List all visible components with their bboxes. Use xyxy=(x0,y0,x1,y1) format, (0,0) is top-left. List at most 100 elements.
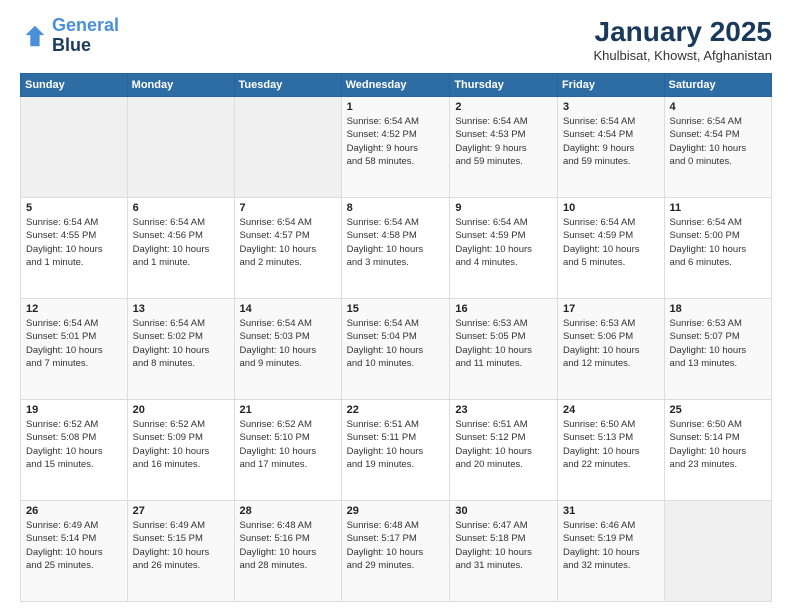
calendar-cell xyxy=(127,97,234,198)
day-number: 15 xyxy=(347,303,445,315)
day-number: 1 xyxy=(347,101,445,113)
day-info: Sunrise: 6:52 AMSunset: 5:08 PMDaylight:… xyxy=(26,418,122,471)
calendar-cell: 12 Sunrise: 6:54 AMSunset: 5:01 PMDayligh… xyxy=(21,299,128,400)
calendar-cell: 29 Sunrise: 6:48 AMSunset: 5:17 PMDayligh… xyxy=(341,501,450,602)
calendar-cell: 2Sunrise: 6:54 AMSunset: 4:53 PMDaylight… xyxy=(450,97,558,198)
day-number: 16 xyxy=(455,303,552,315)
weekday-thursday: Thursday xyxy=(450,74,558,97)
week-row-1: 1 Sunrise: 6:54 AMSunset: 4:52 PMDaylight… xyxy=(21,97,772,198)
day-number: 21 xyxy=(240,404,336,416)
calendar-cell xyxy=(234,97,341,198)
day-info: Sunrise: 6:54 AMSunset: 4:54 PMDaylight:… xyxy=(670,115,766,168)
day-info: Sunrise: 6:54 AMSunset: 5:00 PMDaylight:… xyxy=(670,216,766,269)
day-number: 14 xyxy=(240,303,336,315)
day-info: Sunrise: 6:54 AMSunset: 4:54 PMDaylight:… xyxy=(563,115,659,168)
day-info: Sunrise: 6:54 AMSunset: 5:03 PMDaylight:… xyxy=(240,317,336,370)
day-number: 29 xyxy=(347,505,445,517)
calendar-cell: 7 Sunrise: 6:54 AMSunset: 4:57 PMDaylight… xyxy=(234,198,341,299)
calendar-cell: 8 Sunrise: 6:54 AMSunset: 4:58 PMDaylight… xyxy=(341,198,450,299)
calendar-cell: 23 Sunrise: 6:51 AMSunset: 5:12 PMDayligh… xyxy=(450,400,558,501)
calendar-cell: 20 Sunrise: 6:52 AMSunset: 5:09 PMDayligh… xyxy=(127,400,234,501)
day-info: Sunrise: 6:53 AMSunset: 5:05 PMDaylight:… xyxy=(455,317,552,370)
weekday-monday: Monday xyxy=(127,74,234,97)
calendar-cell: 15 Sunrise: 6:54 AMSunset: 5:04 PMDayligh… xyxy=(341,299,450,400)
day-info: Sunrise: 6:51 AMSunset: 5:11 PMDaylight:… xyxy=(347,418,445,471)
day-number: 6 xyxy=(133,202,229,214)
week-row-2: 5Sunrise: 6:54 AMSunset: 4:55 PMDaylight… xyxy=(21,198,772,299)
weekday-friday: Friday xyxy=(557,74,664,97)
day-number: 20 xyxy=(133,404,229,416)
day-number: 7 xyxy=(240,202,336,214)
day-number: 27 xyxy=(133,505,229,517)
day-info: Sunrise: 6:51 AMSunset: 5:12 PMDaylight:… xyxy=(455,418,552,471)
calendar-cell: 13 Sunrise: 6:54 AMSunset: 5:02 PMDayligh… xyxy=(127,299,234,400)
day-info: Sunrise: 6:48 AMSunset: 5:17 PMDaylight:… xyxy=(347,519,445,572)
day-number: 10 xyxy=(563,202,659,214)
calendar-cell: 27 Sunrise: 6:49 AMSunset: 5:15 PMDayligh… xyxy=(127,501,234,602)
logo-text: General Blue xyxy=(52,16,119,56)
weekday-header-row: SundayMondayTuesdayWednesdayThursdayFrid… xyxy=(21,74,772,97)
title-block: January 2025 Khulbisat, Khowst, Afghanis… xyxy=(593,16,772,63)
day-number: 22 xyxy=(347,404,445,416)
page: General Blue January 2025 Khulbisat, Kho… xyxy=(0,0,792,612)
calendar-cell: 28 Sunrise: 6:48 AMSunset: 5:16 PMDayligh… xyxy=(234,501,341,602)
calendar-cell: 14 Sunrise: 6:54 AMSunset: 5:03 PMDayligh… xyxy=(234,299,341,400)
day-info: Sunrise: 6:54 AMSunset: 4:55 PMDaylight:… xyxy=(26,216,122,269)
calendar-cell: 10 Sunrise: 6:54 AMSunset: 4:59 PMDayligh… xyxy=(557,198,664,299)
day-number: 25 xyxy=(670,404,766,416)
calendar-cell: 21 Sunrise: 6:52 AMSunset: 5:10 PMDayligh… xyxy=(234,400,341,501)
day-info: Sunrise: 6:54 AMSunset: 5:02 PMDaylight:… xyxy=(133,317,229,370)
day-number: 3 xyxy=(563,101,659,113)
main-title: January 2025 xyxy=(593,16,772,48)
day-number: 31 xyxy=(563,505,659,517)
day-info: Sunrise: 6:46 AMSunset: 5:19 PMDaylight:… xyxy=(563,519,659,572)
day-number: 2 xyxy=(455,101,552,113)
day-info: Sunrise: 6:54 AMSunset: 4:57 PMDaylight:… xyxy=(240,216,336,269)
day-number: 18 xyxy=(670,303,766,315)
day-number: 19 xyxy=(26,404,122,416)
day-number: 8 xyxy=(347,202,445,214)
calendar-cell: 24Sunrise: 6:50 AMSunset: 5:13 PMDayligh… xyxy=(557,400,664,501)
day-number: 24 xyxy=(563,404,659,416)
day-number: 17 xyxy=(563,303,659,315)
calendar-cell: 19 Sunrise: 6:52 AMSunset: 5:08 PMDayligh… xyxy=(21,400,128,501)
day-info: Sunrise: 6:54 AMSunset: 5:04 PMDaylight:… xyxy=(347,317,445,370)
day-info: Sunrise: 6:52 AMSunset: 5:09 PMDaylight:… xyxy=(133,418,229,471)
weekday-saturday: Saturday xyxy=(664,74,771,97)
day-info: Sunrise: 6:48 AMSunset: 5:16 PMDaylight:… xyxy=(240,519,336,572)
calendar-cell: 11Sunrise: 6:54 AMSunset: 5:00 PMDayligh… xyxy=(664,198,771,299)
calendar-cell: 30Sunrise: 6:47 AMSunset: 5:18 PMDayligh… xyxy=(450,501,558,602)
weekday-wednesday: Wednesday xyxy=(341,74,450,97)
calendar-cell: 31 Sunrise: 6:46 AMSunset: 5:19 PMDayligh… xyxy=(557,501,664,602)
day-info: Sunrise: 6:54 AMSunset: 4:58 PMDaylight:… xyxy=(347,216,445,269)
day-number: 26 xyxy=(26,505,122,517)
day-info: Sunrise: 6:54 AMSunset: 4:59 PMDaylight:… xyxy=(455,216,552,269)
calendar-cell: 17Sunrise: 6:53 AMSunset: 5:06 PMDayligh… xyxy=(557,299,664,400)
calendar-cell: 25Sunrise: 6:50 AMSunset: 5:14 PMDayligh… xyxy=(664,400,771,501)
day-number: 13 xyxy=(133,303,229,315)
day-info: Sunrise: 6:53 AMSunset: 5:07 PMDaylight:… xyxy=(670,317,766,370)
day-number: 12 xyxy=(26,303,122,315)
day-info: Sunrise: 6:54 AMSunset: 4:59 PMDaylight:… xyxy=(563,216,659,269)
calendar-cell: 26 Sunrise: 6:49 AMSunset: 5:14 PMDayligh… xyxy=(21,501,128,602)
calendar-cell: 5Sunrise: 6:54 AMSunset: 4:55 PMDaylight… xyxy=(21,198,128,299)
header: General Blue January 2025 Khulbisat, Kho… xyxy=(20,16,772,63)
calendar-cell: 18 Sunrise: 6:53 AMSunset: 5:07 PMDayligh… xyxy=(664,299,771,400)
day-info: Sunrise: 6:49 AMSunset: 5:14 PMDaylight:… xyxy=(26,519,122,572)
day-info: Sunrise: 6:54 AMSunset: 4:56 PMDaylight:… xyxy=(133,216,229,269)
day-number: 9 xyxy=(455,202,552,214)
day-info: Sunrise: 6:52 AMSunset: 5:10 PMDaylight:… xyxy=(240,418,336,471)
day-number: 23 xyxy=(455,404,552,416)
calendar-cell: 6 Sunrise: 6:54 AMSunset: 4:56 PMDaylight… xyxy=(127,198,234,299)
logo: General Blue xyxy=(20,16,119,56)
calendar-cell: 16 Sunrise: 6:53 AMSunset: 5:05 PMDayligh… xyxy=(450,299,558,400)
logo-icon xyxy=(20,22,48,50)
day-info: Sunrise: 6:54 AMSunset: 4:52 PMDaylight:… xyxy=(347,115,445,168)
day-info: Sunrise: 6:49 AMSunset: 5:15 PMDaylight:… xyxy=(133,519,229,572)
week-row-5: 26 Sunrise: 6:49 AMSunset: 5:14 PMDayligh… xyxy=(21,501,772,602)
weekday-sunday: Sunday xyxy=(21,74,128,97)
calendar-cell: 9 Sunrise: 6:54 AMSunset: 4:59 PMDaylight… xyxy=(450,198,558,299)
day-info: Sunrise: 6:54 AMSunset: 5:01 PMDaylight:… xyxy=(26,317,122,370)
day-number: 30 xyxy=(455,505,552,517)
day-number: 28 xyxy=(240,505,336,517)
